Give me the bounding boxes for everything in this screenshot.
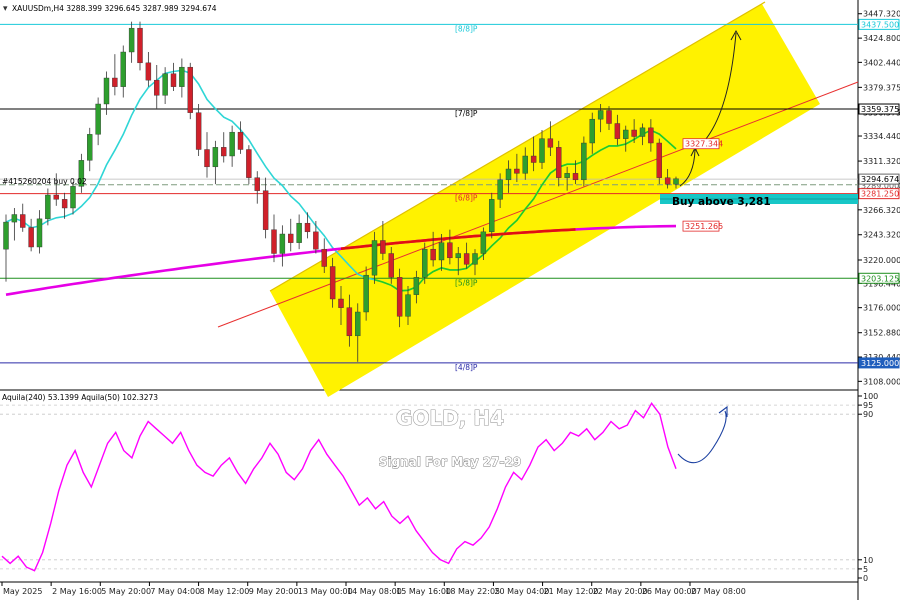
oscillator-tick-label: 0: [863, 574, 868, 583]
time-tick-label: 13 May 00:00: [298, 587, 353, 596]
svg-text:3294.674: 3294.674: [861, 175, 899, 184]
time-tick-label: 22 May 20:00: [593, 587, 648, 596]
murrey-level-label: [8/8]P: [455, 24, 478, 33]
time-tick-label: 7 May 04:00: [150, 587, 200, 596]
chart-subtitle: Signal For May 27-29: [379, 455, 521, 469]
oscillator-tick-label: 90: [863, 410, 873, 419]
time-tick-label: 5 May 20:00: [101, 587, 151, 596]
svg-text:3437.500: 3437.500: [861, 20, 899, 29]
symbol-header: XAUUSDm,H4 3288.399 3296.645 3287.989 32…: [12, 4, 217, 13]
level-6-8-tag: 3281.250: [858, 188, 900, 200]
chart-window: [8/8]P [7/8]P [6/8]P [5/8]P [4/8]P Buy above…: [0, 0, 900, 600]
price-tick-label: 3152.880: [863, 329, 900, 338]
price-tick-label: 3334.440: [863, 132, 900, 141]
oscillator-tick-label: 95: [863, 401, 873, 410]
price-tick-label: 3243.320: [863, 231, 900, 240]
price-tick-label: 3447.320: [863, 10, 900, 19]
price-tick-label: 3402.440: [863, 58, 900, 67]
level-8-8-tag: 3437.500: [858, 18, 900, 30]
svg-text:3203.125: 3203.125: [861, 274, 899, 283]
price-tick-label: 3176.000: [863, 304, 900, 313]
current-price-tag: 3294.674: [858, 173, 900, 185]
candle: [489, 192, 495, 239]
svg-text:3125.000: 3125.000: [861, 359, 899, 368]
chart-title: GOLD, H4: [396, 406, 504, 430]
candle: [581, 136, 587, 187]
time-tick-label: 2 May 16:00: [52, 587, 102, 596]
price-tick-label: 3311.320: [863, 157, 900, 166]
svg-text:3359.375: 3359.375: [861, 105, 899, 114]
candle: [187, 62, 193, 120]
price-tick-label: 3379.375: [863, 83, 900, 92]
time-tick-label: 20 May 04:00: [494, 587, 549, 596]
oscillator-tick-label: 10: [863, 556, 873, 565]
oscillator-tick-label: 100: [863, 392, 878, 401]
time-tick-label: 15 May 16:00: [396, 587, 451, 596]
order-label: #415260204 buy 0.02: [2, 177, 87, 186]
murrey-level-label: [6/8]P: [455, 194, 478, 203]
window-menu-icon[interactable]: ▾: [3, 4, 8, 14]
time-tick-label: 21 May 12:00: [544, 587, 599, 596]
price-tick-label: 3266.320: [863, 206, 900, 215]
level-5-8-tag: 3203.125: [858, 272, 900, 284]
buy-above-label: Buy above 3,281: [672, 196, 771, 208]
murrey-level-label: [5/8]P: [455, 278, 478, 287]
price-tick-label: 3220.000: [863, 256, 900, 265]
price-chart: [8/8]P [7/8]P [6/8]P [5/8]P [4/8]P Buy above…: [0, 0, 900, 600]
time-tick-label: 9 May 20:00: [249, 587, 299, 596]
time-tick-label: 8 May 12:00: [200, 587, 250, 596]
price-tick-label: 3108.000: [863, 377, 900, 386]
target-price-tag: 3327.344: [682, 138, 723, 150]
sma-price-tag: 3251.265: [682, 220, 723, 232]
time-tick-label: 18 May 22:05: [445, 587, 500, 596]
time-tick-label: 14 May 08:00: [347, 587, 402, 596]
oscillator-header: Aquila(240) 53.1399 Aquila(50) 102.3273: [2, 393, 158, 402]
svg-text:3281.250: 3281.250: [861, 190, 899, 199]
murrey-level-label: [4/8]P: [455, 363, 478, 372]
svg-text:3251.265: 3251.265: [685, 222, 723, 231]
svg-text:3327.344: 3327.344: [685, 140, 723, 149]
murrey-level-label: [7/8]P: [455, 109, 478, 118]
time-tick-label: 26 May 00:00: [642, 587, 697, 596]
time-tick-label: May 2025: [3, 587, 42, 596]
time-tick-label: 27 May 08:00: [691, 587, 746, 596]
level-4-8-tag: 3125.000: [858, 357, 900, 369]
oscillator-tick-label: 5: [863, 565, 868, 574]
price-tick-label: 3424.800: [863, 34, 900, 43]
level-7-8-tag: 3359.375: [858, 103, 900, 115]
candle: [656, 138, 662, 185]
